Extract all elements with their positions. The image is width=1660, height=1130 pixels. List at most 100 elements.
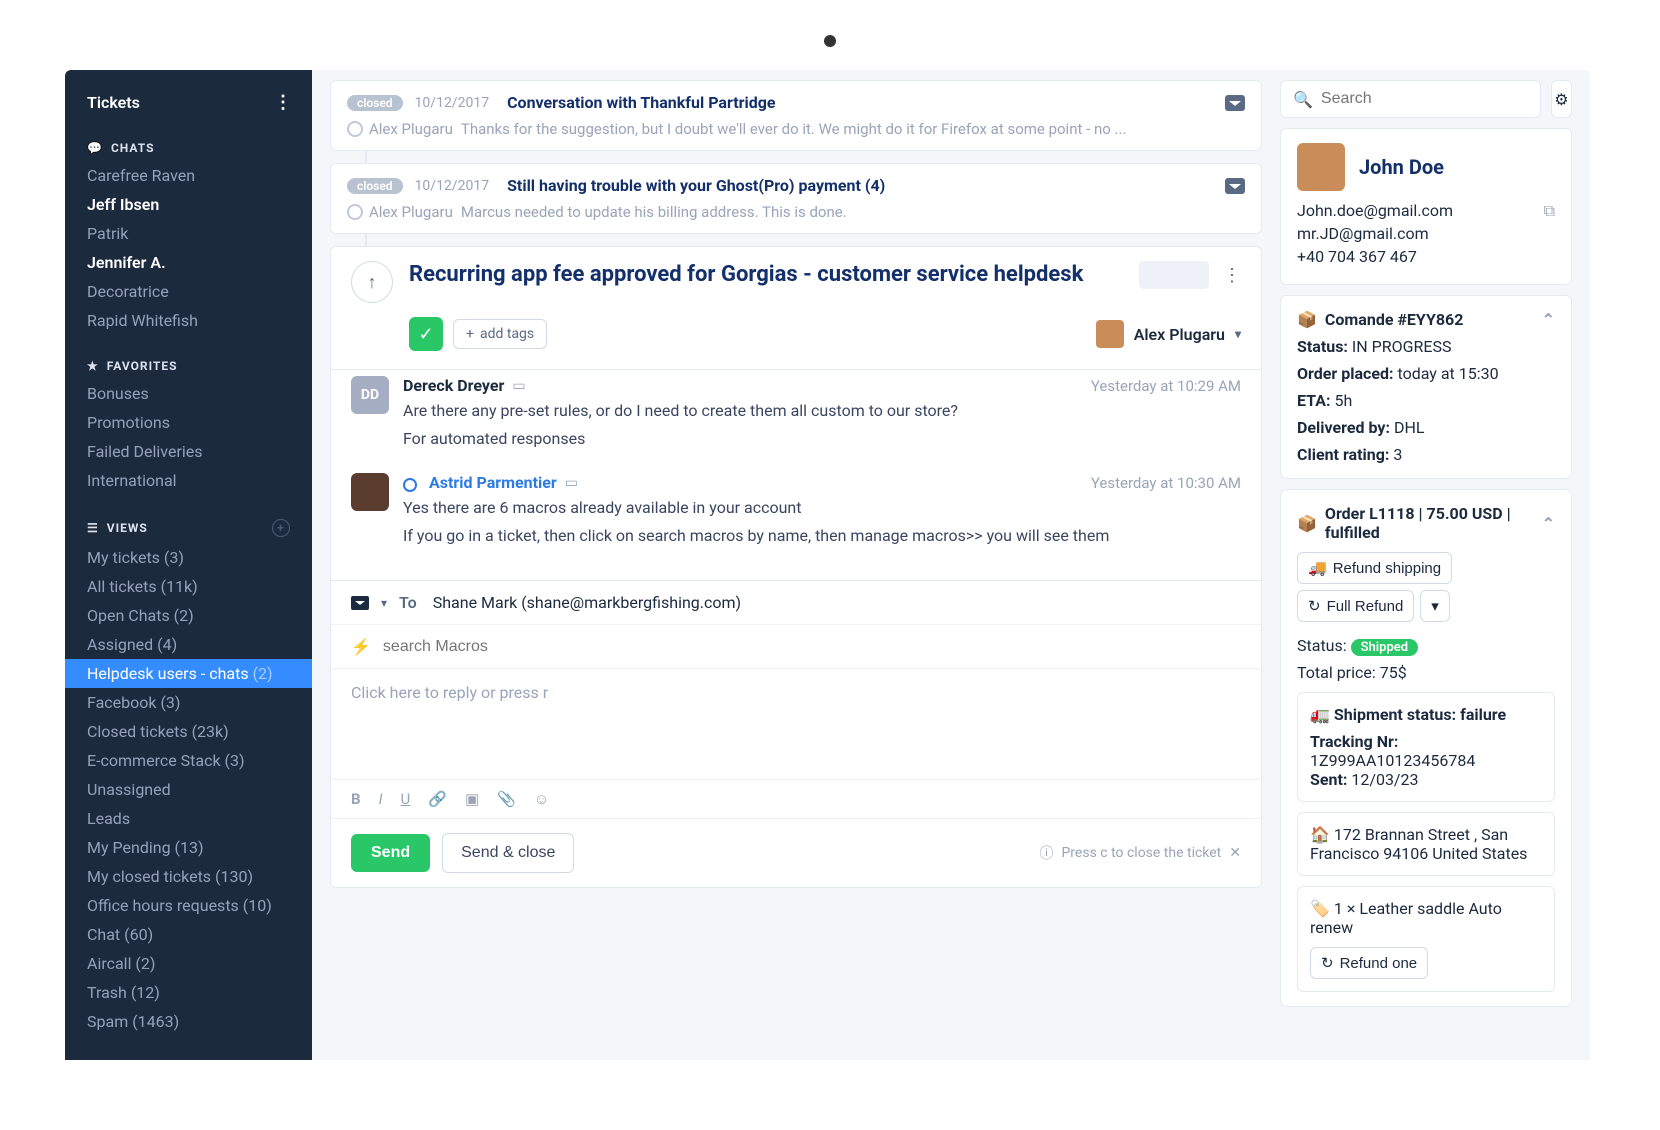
message-text: Are there any pre-set rules, or do I nee…	[403, 399, 1241, 423]
ticket-card[interactable]: closed10/12/2017Conversation with Thankf…	[330, 80, 1262, 151]
sidebar-favorite-item[interactable]: Bonuses	[65, 379, 312, 408]
camera-dot	[824, 35, 836, 47]
ticket-card[interactable]: closed10/12/2017Still having trouble wit…	[330, 163, 1262, 234]
sidebar-view-item[interactable]: My closed tickets (130)	[65, 862, 312, 891]
sidebar-menu-icon[interactable]: ⋮	[274, 92, 292, 113]
refund-more-button[interactable]: ▾	[1420, 590, 1450, 622]
sidebar-title: Tickets	[87, 93, 140, 112]
chat-bubble-icon: 💬	[87, 141, 103, 155]
bold-icon[interactable]: B	[351, 790, 361, 808]
sidebar-view-item[interactable]: Facebook (3)	[65, 688, 312, 717]
order-panel-2: 📦 Order L1118 | 75.00 USD | fulfilled ⌃ …	[1280, 489, 1572, 1007]
attach-icon[interactable]: 📎	[497, 790, 516, 808]
sidebar-chat-item[interactable]: Patrik	[65, 219, 312, 248]
sidebar-chat-item[interactable]: Decoratrice	[65, 277, 312, 306]
close-hint-x[interactable]: ✕	[1229, 845, 1241, 861]
mark-done-button[interactable]: ✓	[409, 317, 443, 351]
sidebar-view-item[interactable]: Trash (12)	[65, 978, 312, 1007]
sidebar-view-item[interactable]: Helpdesk users - chats (2)	[65, 659, 312, 688]
to-field[interactable]: Shane Mark (shane@markbergfishing.com)	[433, 593, 741, 612]
order-panel-1: 📦 Comande #EYY862 ⌃ Status: IN PROGRESS …	[1280, 295, 1572, 479]
views-section-label: VIEWS	[107, 521, 148, 535]
message-text: Yes there are 6 macros already available…	[403, 496, 1241, 520]
sidebar-view-item[interactable]: Open Chats (2)	[65, 601, 312, 630]
ticket-preview: Thanks for the suggestion, but I doubt w…	[461, 120, 1127, 138]
sidebar-view-item[interactable]: Unassigned	[65, 775, 312, 804]
house-icon: 🏠	[1310, 825, 1330, 844]
sidebar-view-item[interactable]: Leads	[65, 804, 312, 833]
add-view-icon[interactable]: +	[272, 519, 290, 537]
chat-icon: ▭	[512, 378, 525, 394]
sidebar-chat-item[interactable]: Rapid Whitefish	[65, 306, 312, 335]
order2-header[interactable]: 📦 Order L1118 | 75.00 USD | fulfilled ⌃	[1297, 504, 1555, 542]
sidebar-view-item[interactable]: Aircall (2)	[65, 949, 312, 978]
truck-icon: 🚚	[1308, 559, 1327, 577]
format-toolbar: B I U 🔗 ▣ 📎 ☺	[331, 779, 1261, 818]
customer-email-1: John.doe@gmail.com	[1297, 201, 1453, 220]
search-input[interactable]	[1321, 90, 1528, 108]
search-box[interactable]: 🔍	[1280, 80, 1541, 118]
emoji-icon[interactable]: ☺	[534, 790, 549, 808]
address-subpanel: 🏠 172 Brannan Street , San Francisco 941…	[1297, 812, 1555, 876]
search-icon: 🔍	[1293, 90, 1313, 109]
underline-icon[interactable]: U	[401, 790, 411, 808]
message-author: Astrid Parmentier	[429, 473, 557, 492]
sidebar-favorite-item[interactable]: Promotions	[65, 408, 312, 437]
refund-one-button[interactable]: ↻ Refund one	[1310, 947, 1428, 979]
order1-header[interactable]: 📦 Comande #EYY862 ⌃	[1297, 310, 1555, 329]
mail-icon[interactable]	[351, 596, 369, 610]
chat-icon: ▭	[565, 475, 578, 491]
customer-email-2: mr.JD@gmail.com	[1297, 224, 1555, 243]
sidebar-view-item[interactable]: Spam (1463)	[65, 1007, 312, 1036]
sidebar-chat-item[interactable]: Jennifer A.	[65, 248, 312, 277]
assignee-selector[interactable]: Alex Plugaru ▾	[1096, 320, 1241, 348]
sidebar-view-item[interactable]: All tickets (11k)	[65, 572, 312, 601]
sidebar-view-item[interactable]: Office hours requests (10)	[65, 891, 312, 920]
image-icon[interactable]: ▣	[465, 790, 479, 808]
right-panel: 🔍 ⚙ John Doe John.doe@gmail.com ⧉ mr.JD@…	[1280, 70, 1590, 1060]
channel-chevron-icon[interactable]: ▾	[381, 596, 387, 610]
refresh-icon: ↻	[1308, 597, 1321, 615]
shipment-subpanel: 🚛 Shipment status: failure Tracking Nr: …	[1297, 692, 1555, 802]
link-icon[interactable]: 🔗	[428, 790, 447, 808]
refresh-icon: ↻	[1321, 954, 1334, 972]
sidebar-view-item[interactable]: Chat (60)	[65, 920, 312, 949]
message-text: If you go in a ticket, then click on sea…	[403, 524, 1241, 548]
plus-icon: +	[466, 326, 474, 342]
message-time: Yesterday at 10:29 AM	[1091, 377, 1241, 395]
ticket-date: 10/12/2017	[415, 95, 490, 111]
copy-icon[interactable]: ⧉	[1544, 201, 1555, 221]
assignee-avatar	[1096, 320, 1124, 348]
macros-search-input[interactable]	[383, 638, 1241, 656]
item-subpanel: 🏷️ 1 × Leather saddle Auto renew ↻ Refun…	[1297, 886, 1555, 992]
refund-shipping-button[interactable]: 🚚 Refund shipping	[1297, 552, 1452, 584]
sidebar-view-item[interactable]: My tickets (3)	[65, 543, 312, 572]
full-refund-button[interactable]: ↻ Full Refund	[1297, 590, 1414, 622]
add-tags-button[interactable]: + add tags	[453, 319, 547, 349]
ticket-more-icon[interactable]: ⋮	[1223, 265, 1241, 286]
sidebar-view-item[interactable]: E-commerce Stack (3)	[65, 746, 312, 775]
main-column: closed10/12/2017Conversation with Thankf…	[312, 70, 1280, 1060]
sidebar-favorite-item[interactable]: International	[65, 466, 312, 495]
ticket-title: Still having trouble with your Ghost(Pro…	[507, 176, 885, 195]
sidebar-chat-item[interactable]: Jeff Ibsen	[65, 190, 312, 219]
sidebar-view-item[interactable]: My Pending (13)	[65, 833, 312, 862]
send-close-button[interactable]: Send & close	[442, 833, 574, 873]
ticket-author: Alex Plugaru	[369, 120, 453, 138]
sidebar-favorite-item[interactable]: Failed Deliveries	[65, 437, 312, 466]
ticket-preview: Marcus needed to update his billing addr…	[461, 203, 847, 221]
ticket-date: 10/12/2017	[415, 178, 490, 194]
sidebar-chat-item[interactable]: Carefree Raven	[65, 161, 312, 190]
sidebar-view-item[interactable]: Assigned (4)	[65, 630, 312, 659]
collapse-up-icon[interactable]: ↑	[351, 261, 393, 303]
sidebar-view-item[interactable]: Closed tickets (23k)	[65, 717, 312, 746]
settings-button[interactable]: ⚙	[1551, 80, 1572, 118]
italic-icon[interactable]: I	[379, 790, 383, 808]
reply-textarea[interactable]: Click here to reply or press r	[331, 669, 1261, 779]
package-icon: 📦	[1297, 310, 1317, 329]
messages-area: DDDereck Dreyer▭Yesterday at 10:29 AMAre…	[330, 370, 1262, 580]
send-button[interactable]: Send	[351, 834, 430, 872]
user-icon	[347, 204, 363, 220]
favorites-section-label: FAVORITES	[107, 359, 178, 373]
to-label: To	[399, 593, 417, 612]
